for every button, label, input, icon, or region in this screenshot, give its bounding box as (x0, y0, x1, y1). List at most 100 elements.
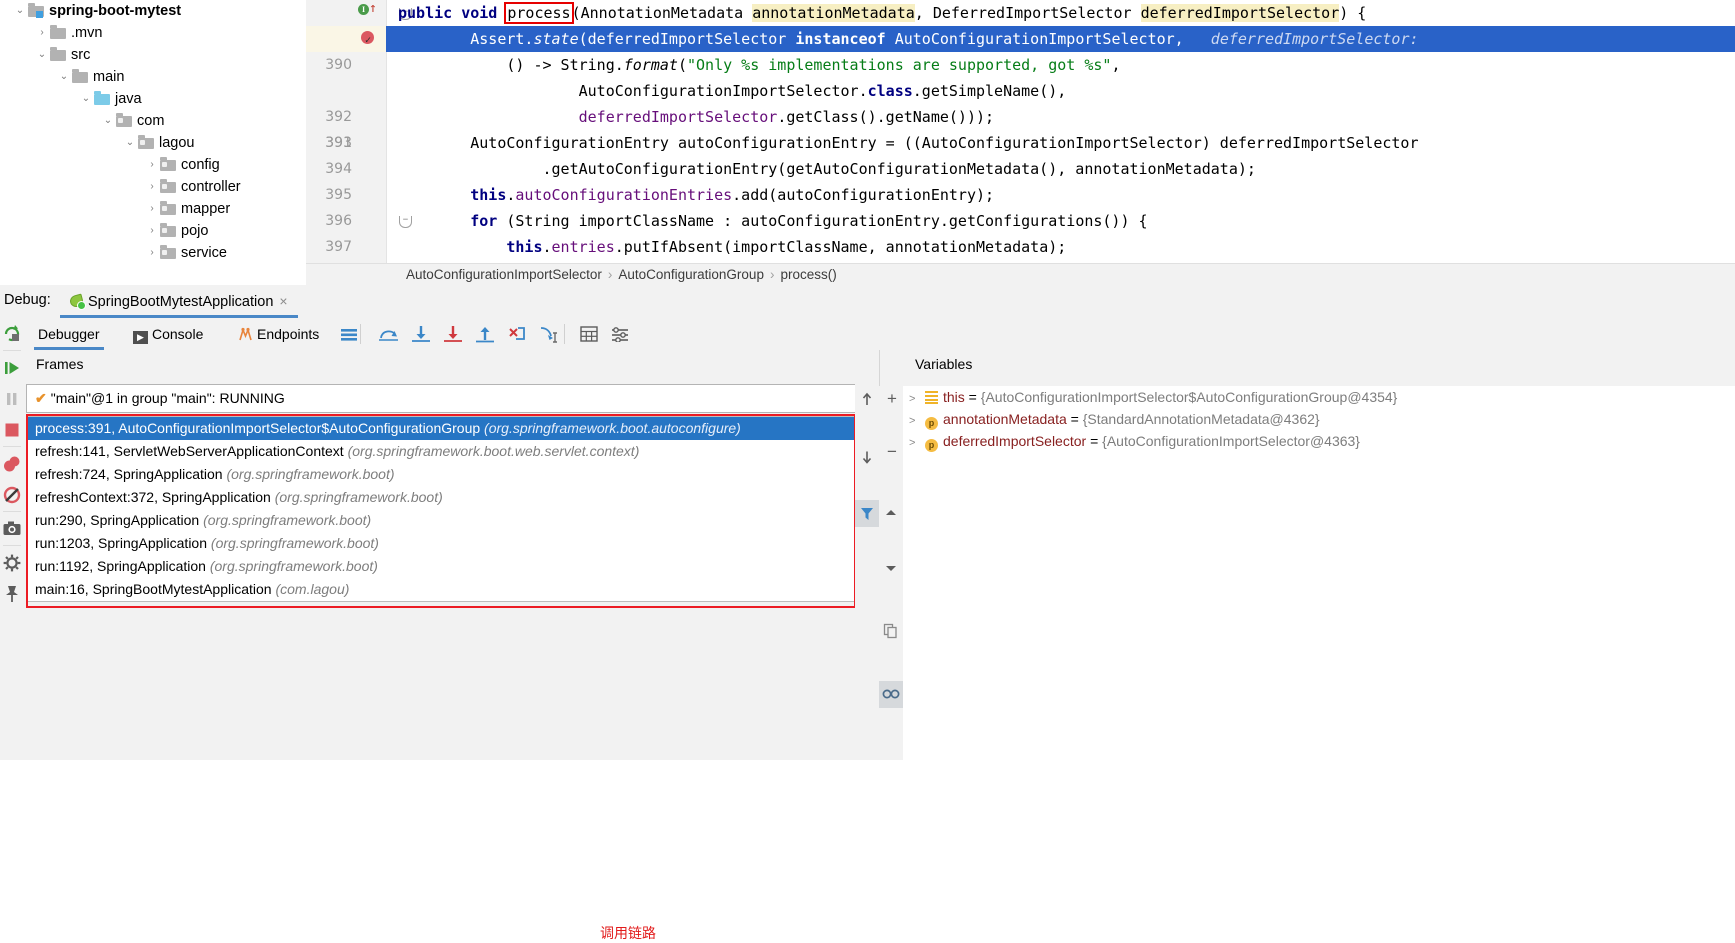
tab-debugger[interactable]: Debugger (34, 318, 104, 350)
filter-icon[interactable] (855, 500, 879, 527)
run-to-cursor-icon[interactable] (534, 318, 564, 350)
code-editor[interactable]: 390 I ↑ − public void process(Annotation… (306, 0, 1735, 263)
tree-item-java[interactable]: ⌄ java (0, 88, 306, 110)
debug-side-toolbar[interactable] (0, 318, 25, 760)
copy-value-icon[interactable] (879, 620, 903, 647)
arrow-up-icon[interactable] (855, 386, 879, 413)
method-up-arrow-icon[interactable]: ↑ (369, 2, 377, 15)
step-out-icon[interactable] (470, 318, 500, 350)
pause-program-icon[interactable] (0, 383, 24, 414)
chevron-down-icon[interactable]: ⌄ (78, 88, 94, 110)
breadcrumb-item[interactable]: process() (780, 267, 836, 282)
chevron-right-icon[interactable]: > (909, 388, 925, 410)
stack-frame-row[interactable]: run:1203, SpringApplication (org.springf… (27, 532, 877, 555)
tree-item-label: .mvn (71, 25, 103, 42)
tree-item-pojo[interactable]: › pojo (0, 220, 306, 242)
breadcrumb-item[interactable]: AutoConfigurationGroup (618, 267, 764, 282)
variable-row[interactable]: > this = {AutoConfigurationImportSelector… (903, 386, 1735, 408)
chevron-down-icon[interactable]: ⌄ (12, 0, 28, 22)
screenshot-icon[interactable] (0, 513, 24, 544)
chevron-down-icon[interactable]: ⌄ (34, 44, 50, 66)
highlighted-method-name: process (504, 2, 574, 24)
view-breakpoints-icon[interactable] (0, 448, 24, 479)
tree-item-service[interactable]: › service (0, 242, 306, 264)
resume-program-icon[interactable] (0, 352, 24, 383)
stack-frame-row[interactable]: refresh:141, ServletWebServerApplication… (27, 440, 877, 463)
tree-item-controller[interactable]: › controller (0, 176, 306, 198)
mute-breakpoints-icon[interactable] (0, 479, 24, 510)
variables-list[interactable]: > this = {AutoConfigurationImportSelector… (903, 386, 1735, 760)
tree-item-config[interactable]: › config (0, 154, 306, 176)
folder-icon (28, 3, 45, 18)
arrow-down-icon[interactable] (855, 443, 879, 470)
stack-frame-method: refreshContext:372, SpringApplication (35, 489, 275, 505)
debug-tabs-toolbar[interactable]: Debugger ▶ Console Endpoints (24, 318, 1735, 351)
tree-item-src[interactable]: ⌄ src (0, 44, 306, 66)
code-text: Assert.state(deferredImportSelector inst… (398, 30, 1419, 48)
stack-frame-method: run:1192, SpringApplication (35, 558, 210, 574)
stack-frame-method: run:290, SpringApplication (35, 512, 204, 528)
chevron-right-icon[interactable]: › (144, 198, 160, 220)
tree-item-com[interactable]: ⌄ com (0, 110, 306, 132)
stack-frame-row[interactable]: refreshContext:372, SpringApplication (o… (27, 486, 877, 509)
tree-item-main[interactable]: ⌄ main (0, 66, 306, 88)
variable-name: deferredImportSelector (943, 433, 1087, 449)
chevron-right-icon[interactable]: › (34, 22, 50, 44)
stack-frame-package: (org.springframework.boot) (203, 512, 372, 528)
tab-console[interactable]: ▶ Console (129, 318, 207, 350)
intellij-idea-window: ›.idea⌄spring-boot-mytest›.mvn⌄src⌄main⌄… (0, 0, 1735, 941)
stop-icon[interactable] (0, 414, 24, 445)
evaluate-expression-icon[interactable] (576, 318, 602, 350)
code-line-391: 391 ✓ Assert.state(deferredImportSelecto… (306, 26, 1735, 151)
force-step-into-icon[interactable] (438, 318, 468, 350)
breadcrumb-item[interactable]: AutoConfigurationImportSelector (406, 267, 602, 282)
tree-item-spring-boot-mytest[interactable]: ⌄ spring-boot-mytest (0, 0, 306, 22)
breadcrumb[interactable]: AutoConfigurationImportSelector › AutoConf… (306, 263, 1735, 285)
remove-watch-icon[interactable]: − (879, 441, 903, 468)
code-text: this.autoConfigurationEntries.add(autoCo… (470, 186, 995, 204)
settings-gear-icon[interactable] (0, 547, 24, 578)
stack-frame-row[interactable]: run:1192, SpringApplication (org.springf… (27, 555, 877, 578)
step-over-icon[interactable] (374, 318, 404, 350)
tree-item-mapper[interactable]: › mapper (0, 198, 306, 220)
variables-toolbar[interactable]: + − (879, 386, 903, 760)
pin-icon[interactable] (0, 578, 24, 609)
chevron-down-icon[interactable]: ⌄ (122, 132, 138, 154)
thread-selector[interactable]: ✔"main"@1 in group "main": RUNNING ⌄ (26, 384, 878, 413)
chevron-right-icon[interactable]: › (144, 242, 160, 264)
chevron-down-icon[interactable]: ⌄ (100, 110, 116, 132)
settings-icon[interactable] (607, 318, 633, 350)
stack-frame-row[interactable]: run:290, SpringApplication (org.springfr… (27, 509, 877, 532)
close-icon[interactable]: × (279, 293, 287, 309)
stack-frame-row[interactable]: process:391, AutoConfigurationImportSele… (27, 417, 877, 440)
inspect-icon[interactable] (879, 681, 903, 708)
step-into-icon[interactable] (406, 318, 436, 350)
tree-item-mvn[interactable]: › .mvn (0, 22, 306, 44)
chevron-right-icon[interactable]: › (144, 154, 160, 176)
chevron-down-icon[interactable]: ⌄ (56, 66, 72, 88)
scroll-up-icon[interactable] (879, 502, 903, 529)
run-configuration-tab[interactable]: SpringBootMytestApplication × (60, 285, 298, 318)
parameter-icon: p (925, 439, 938, 452)
code-line-398: 398 − for (String importClassName : auto… (306, 208, 1735, 234)
tab-endpoints[interactable]: Endpoints (234, 318, 323, 350)
frames-list[interactable]: process:391, AutoConfigurationImportSele… (26, 416, 878, 602)
frames-toolbar[interactable] (855, 384, 879, 760)
variable-row[interactable]: > p annotationMetadata = {StandardAnnotati… (903, 408, 1735, 430)
layout-settings-icon[interactable] (336, 318, 362, 350)
drop-frame-icon[interactable] (502, 318, 532, 350)
rerun-icon[interactable] (0, 318, 24, 349)
chevron-right-icon[interactable]: › (144, 220, 160, 242)
chevron-right-icon[interactable]: > (909, 432, 925, 454)
chevron-right-icon[interactable]: > (909, 410, 925, 432)
tree-item-label: com (137, 113, 165, 130)
stack-frame-row[interactable]: main:16, SpringBootMytestApplication (co… (27, 578, 877, 601)
breakpoint-info-icon[interactable]: I (358, 4, 369, 15)
scroll-down-icon[interactable] (879, 557, 903, 584)
project-tree-panel[interactable]: ›.idea⌄spring-boot-mytest›.mvn⌄src⌄main⌄… (0, 0, 306, 285)
stack-frame-row[interactable]: refresh:724, SpringApplication (org.spri… (27, 463, 877, 486)
add-to-watches-icon[interactable]: + (879, 386, 903, 413)
chevron-right-icon[interactable]: › (144, 176, 160, 198)
variable-row[interactable]: > p deferredImportSelector = {AutoConfigur… (903, 430, 1735, 452)
tree-item-lagou[interactable]: ⌄ lagou (0, 132, 306, 154)
